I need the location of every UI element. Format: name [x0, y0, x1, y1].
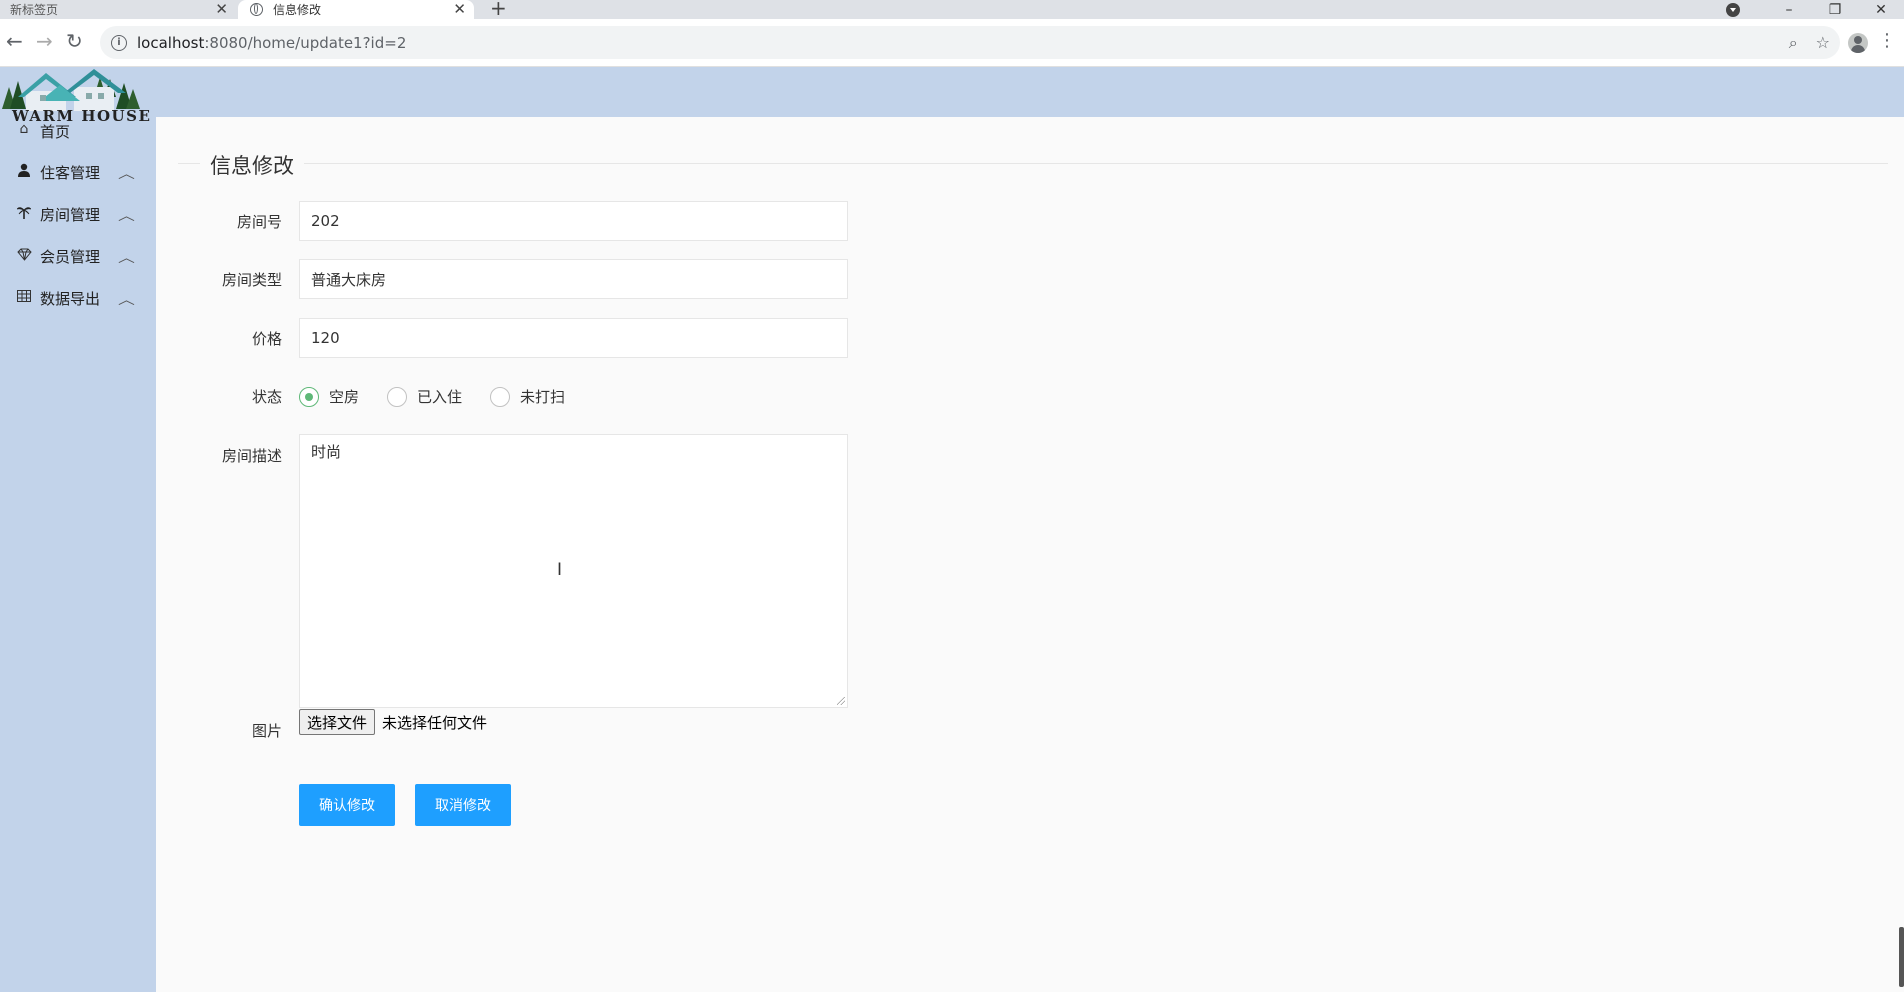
tab-info-edit[interactable]: 信息修改 ✕ [238, 0, 474, 19]
globe-icon [250, 3, 263, 16]
sidebar-item-label: 数据导出 [40, 289, 101, 308]
browser-tab-strip: 新标签页 ✕ 信息修改 ✕ + – ❐ ✕ [0, 0, 1904, 19]
browser-toolbar: ← → ↻ i localhost:8080/home/update1?id=2… [0, 19, 1904, 67]
sidebar-item-data-export[interactable]: 数据导出 ︿ [0, 277, 156, 319]
chevron-up-icon: ︿ [118, 166, 135, 182]
forward-icon[interactable]: → [36, 31, 53, 51]
url-text: localhost:8080/home/update1?id=2 [137, 34, 406, 52]
sidebar-item-member-management[interactable]: 会员管理 ︿ [0, 235, 156, 277]
profile-avatar-icon[interactable] [1848, 33, 1868, 53]
window-close-icon[interactable]: ✕ [1858, 2, 1904, 18]
reload-icon[interactable]: ↻ [66, 31, 83, 51]
radio-checked-icon[interactable] [299, 386, 319, 407]
bookmark-star-icon[interactable]: ☆ [1816, 33, 1830, 52]
minimize-icon[interactable]: – [1766, 2, 1812, 18]
radio-unchecked-icon[interactable] [387, 386, 408, 407]
sidebar-item-label: 住客管理 [40, 163, 101, 182]
price-label: 价格 [251, 329, 282, 348]
address-bar[interactable]: i localhost:8080/home/update1?id=2 ⌕ ☆ [100, 26, 1840, 59]
sidebar-item-guest-management[interactable]: 住客管理 ︿ [0, 151, 156, 193]
browser-menu-icon[interactable]: ⋮ [1878, 31, 1896, 51]
price-input[interactable]: 120 [299, 318, 848, 358]
table-icon [14, 290, 34, 306]
sidebar-item-label: 房间管理 [40, 205, 101, 224]
fieldset-divider [178, 163, 1888, 164]
description-textarea[interactable]: 时尚 [299, 434, 848, 708]
image-label: 图片 [251, 721, 282, 740]
palm-icon [14, 205, 34, 223]
omnibox-actions: ⌕ ☆ [1789, 26, 1830, 59]
room-number-input[interactable]: 202 [299, 201, 848, 241]
chevron-up-icon: ︿ [118, 208, 135, 224]
room-number-row: 房间号 [156, 201, 282, 241]
chevron-up-icon: ︿ [118, 250, 135, 266]
choose-file-button[interactable]: 选择文件 [299, 709, 376, 735]
window-controls: – ❐ ✕ [1726, 0, 1904, 19]
tab-new-tab[interactable]: 新标签页 ✕ [0, 0, 236, 19]
room-number-label: 房间号 [236, 212, 282, 231]
main-content: 信息修改 房间号 202 房间类型 普通大床房 价格 120 状态 空房 已入住… [156, 117, 1904, 992]
radio-unchecked-icon[interactable] [490, 386, 511, 407]
room-type-row: 房间类型 [156, 259, 282, 299]
scrollbar-thumb[interactable] [1899, 927, 1904, 987]
text-cursor-icon: I [557, 560, 563, 580]
sidebar-item-home[interactable]: ⌂ 首页 [0, 121, 156, 151]
user-icon [14, 163, 34, 181]
sidebar: WARM HOUSE ⌂ 首页 住客管理 ︿ 房间管理 ︿ 会员管理 ︿ 数据导… [0, 67, 156, 992]
chevron-up-icon: ︿ [118, 292, 135, 308]
diamond-icon [14, 248, 34, 265]
radio-label: 未打扫 [520, 388, 566, 406]
close-tab-icon[interactable]: ✕ [453, 0, 466, 19]
tab-title: 新标签页 [10, 3, 59, 17]
sidebar-item-label: 首页 [40, 123, 71, 141]
description-text: 时尚 [311, 443, 342, 461]
back-icon[interactable]: ← [6, 31, 23, 51]
sidebar-item-room-management[interactable]: 房间管理 ︿ [0, 193, 156, 235]
home-icon: ⌂ [19, 121, 29, 137]
radio-label: 已入住 [417, 388, 463, 406]
no-file-chosen-text: 未选择任何文件 [382, 714, 488, 732]
zoom-icon[interactable]: ⌕ [1789, 33, 1798, 53]
top-header-bar [0, 67, 1904, 117]
status-radio-vacant[interactable]: 空房 [299, 386, 359, 407]
status-row: 状态 [156, 376, 282, 416]
room-type-label: 房间类型 [221, 270, 282, 289]
cancel-edit-button[interactable]: 取消修改 [415, 784, 511, 826]
tab-search-icon[interactable] [1726, 2, 1740, 17]
url-path: :8080/home/update1?id=2 [204, 33, 407, 52]
url-host: localhost [137, 33, 205, 52]
status-label: 状态 [251, 387, 282, 406]
tab-title: 信息修改 [273, 3, 322, 17]
resize-handle-icon[interactable] [837, 697, 845, 705]
image-row: 图片 [156, 717, 282, 743]
sidebar-menu: ⌂ 首页 住客管理 ︿ 房间管理 ︿ 会员管理 ︿ 数据导出 ︿ [0, 121, 156, 319]
description-row: 房间描述 [156, 442, 282, 468]
restore-icon[interactable]: ❐ [1812, 2, 1858, 18]
warm-house-logo: WARM HOUSE [0, 67, 156, 125]
radio-label: 空房 [329, 388, 360, 406]
status-radio-occupied[interactable]: 已入住 [387, 386, 462, 407]
status-radio-uncleaned[interactable]: 未打扫 [490, 386, 565, 407]
sidebar-item-label: 会员管理 [40, 247, 101, 266]
status-radio-group: 空房 已入住 未打扫 [299, 386, 593, 407]
price-row: 价格 [156, 318, 282, 358]
confirm-edit-button[interactable]: 确认修改 [299, 784, 395, 826]
new-tab-button[interactable]: + [490, 0, 507, 18]
page-title: 信息修改 [200, 150, 304, 180]
room-type-input[interactable]: 普通大床房 [299, 259, 848, 299]
description-label: 房间描述 [221, 446, 282, 465]
close-tab-icon[interactable]: ✕ [215, 0, 228, 19]
site-info-icon[interactable]: i [111, 34, 127, 51]
